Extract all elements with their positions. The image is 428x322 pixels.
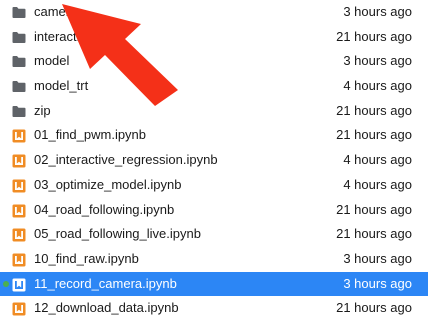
file-modified: 21 hours ago (336, 300, 412, 316)
folder-icon (12, 55, 26, 68)
file-row-model-trt[interactable]: model_trt 4 hours ago (0, 74, 428, 99)
file-row-11-record-camera[interactable]: 11_record_camera.ipynb 3 hours ago (0, 271, 428, 297)
file-name: 11_record_camera.ipynb (34, 275, 177, 291)
file-modified: 21 hours ago (336, 201, 412, 217)
file-name: camera (34, 4, 78, 19)
folder-icon (12, 105, 26, 118)
file-row-05-road-following-live[interactable]: 05_road_following_live.ipynb 21 hours ag… (0, 222, 428, 247)
file-modified: 3 hours ago (343, 4, 412, 19)
file-row-12-download-data[interactable]: 12_download_data.ipynb 21 hours ago (0, 296, 428, 321)
file-modified: 21 hours ago (336, 127, 412, 143)
file-row-02-interactive-regression[interactable]: 02_interactive_regression.ipynb 4 hours … (0, 148, 428, 173)
file-name: 05_road_following_live.ipynb (34, 226, 201, 242)
file-name: interactive (34, 28, 94, 44)
notebook-icon (12, 179, 26, 193)
notebook-icon (12, 204, 26, 217)
notebook-icon (12, 154, 26, 168)
file-name: 03_optimize_model.ipynb (34, 176, 182, 192)
running-indicator-icon (3, 280, 9, 287)
notebook-icon (12, 129, 26, 143)
file-modified: 21 hours ago (336, 226, 412, 242)
file-row-zip[interactable]: zip 21 hours ago (0, 99, 428, 124)
notebook-icon (12, 302, 26, 316)
file-modified: 3 hours ago (343, 53, 412, 69)
file-name: zip (34, 102, 51, 118)
file-modified: 21 hours ago (336, 28, 412, 44)
folder-icon (12, 6, 26, 19)
file-row-10-find-raw[interactable]: 10_find_raw.ipynb 3 hours ago (0, 247, 428, 272)
file-name: model (34, 53, 70, 69)
notebook-icon (12, 253, 26, 267)
file-modified: 4 hours ago (343, 78, 412, 94)
notebook-icon (12, 228, 26, 242)
file-name: model_trt (34, 78, 89, 94)
file-name: 04_road_following.ipynb (34, 201, 175, 217)
file-modified: 21 hours ago (336, 102, 412, 118)
file-row-04-road-following[interactable]: 04_road_following.ipynb 21 hours ago (0, 198, 428, 223)
file-modified: 3 hours ago (343, 275, 412, 291)
file-name: 01_find_pwm.ipynb (34, 127, 147, 143)
file-row-model[interactable]: model 3 hours ago (0, 49, 428, 74)
folder-icon (12, 31, 26, 44)
file-modified: 4 hours ago (343, 176, 412, 192)
file-name: 12_download_data.ipynb (34, 300, 179, 316)
folder-icon (12, 80, 26, 93)
file-name: 02_interactive_regression.ipynb (34, 152, 218, 168)
file-row-01-find-pwm[interactable]: 01_find_pwm.ipynb 21 hours ago (0, 123, 428, 148)
file-modified: 4 hours ago (343, 152, 412, 168)
file-row-interactive[interactable]: interactive 21 hours ago (0, 25, 428, 50)
file-modified: 3 hours ago (343, 250, 412, 266)
file-row-camera[interactable]: camera 3 hours ago (0, 0, 428, 25)
file-name: 10_find_raw.ipynb (34, 250, 139, 266)
file-browser-list: camera 3 hours ago interactive 21 hours … (0, 0, 428, 321)
notebook-icon (12, 278, 26, 292)
file-row-03-optimize-model[interactable]: 03_optimize_model.ipynb 4 hours ago (0, 173, 428, 198)
